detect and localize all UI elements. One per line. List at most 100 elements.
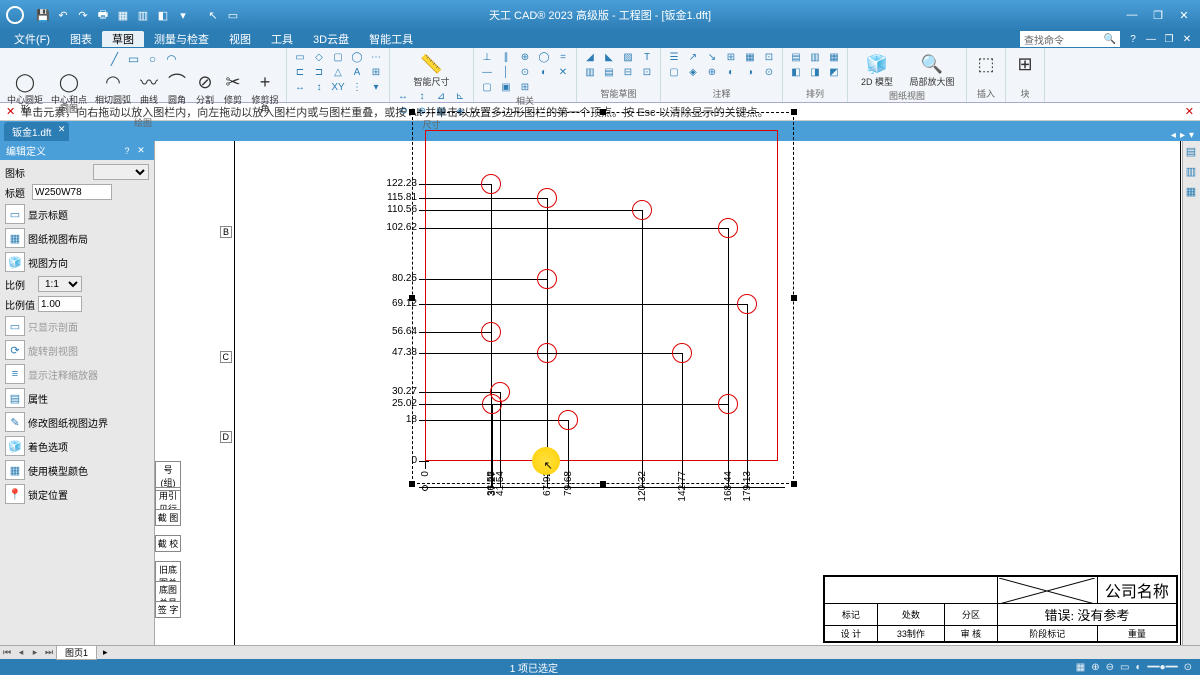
- panel-row-viewdir[interactable]: 🧊视图方向: [3, 251, 151, 273]
- ar-btn[interactable]: ▦: [825, 50, 843, 64]
- rel-btn[interactable]: ∥: [497, 50, 515, 64]
- doc-tab-active[interactable]: 钣金1.dft ✕: [4, 122, 69, 141]
- panel-scaleval-input[interactable]: [38, 296, 82, 312]
- panel-close-icon[interactable]: ✕: [134, 145, 148, 156]
- m3-btn[interactable]: ⊡: [638, 65, 656, 79]
- menu-min-icon[interactable]: —: [1144, 34, 1158, 45]
- an-btn[interactable]: ▦: [741, 50, 759, 64]
- smart-dim-button[interactable]: 📏智能尺寸: [411, 50, 453, 89]
- dock-btn3-icon[interactable]: ▦: [1183, 185, 1199, 201]
- misc-btn[interactable]: ⊏: [291, 65, 309, 79]
- panel-row-layout[interactable]: ▦图纸视图布局: [3, 227, 151, 249]
- status-icon[interactable]: ▦: [1076, 662, 1085, 673]
- panel-title-input[interactable]: [32, 184, 112, 200]
- minimize-button[interactable]: —: [1122, 9, 1142, 22]
- line-tool-icon[interactable]: ╱: [106, 50, 124, 68]
- misc-btn[interactable]: ▾: [367, 80, 385, 94]
- panel-row-shade[interactable]: 🧊着色选项: [3, 435, 151, 457]
- an-btn[interactable]: ▢: [665, 65, 683, 79]
- misc-btn[interactable]: ▭: [291, 50, 309, 64]
- dim-btn[interactable]: ⊿: [432, 89, 450, 103]
- sheet-prev-icon[interactable]: ◂: [14, 647, 28, 658]
- an-btn[interactable]: ↗: [684, 50, 702, 64]
- ar-btn[interactable]: ◨: [806, 65, 824, 79]
- qat-btn5-icon[interactable]: ▦: [114, 6, 132, 24]
- close-button[interactable]: ✕: [1174, 9, 1194, 22]
- nav-left-icon[interactable]: ◂: [1171, 130, 1176, 141]
- qat-print-icon[interactable]: 🖶: [94, 6, 112, 24]
- rel-btn[interactable]: ✕: [554, 65, 572, 79]
- rel-btn[interactable]: ◐: [535, 65, 553, 79]
- qat-btn8-icon[interactable]: ▾: [174, 6, 192, 24]
- misc-btn[interactable]: ⋯: [367, 50, 385, 64]
- dim-btn[interactable]: ↕: [413, 89, 431, 103]
- qat-save-icon[interactable]: 💾: [34, 6, 52, 24]
- misc-btn[interactable]: ◇: [310, 50, 328, 64]
- m3-btn[interactable]: ▨: [619, 50, 637, 64]
- zoom-detail-button[interactable]: 🔍局部放大图: [902, 50, 962, 89]
- misc-btn[interactable]: △: [329, 65, 347, 79]
- rel-btn[interactable]: ⊕: [516, 50, 534, 64]
- misc-btn[interactable]: ◯: [348, 50, 366, 64]
- status-icon[interactable]: ◐: [1135, 662, 1141, 673]
- command-search-input[interactable]: 查找命令 🔍: [1020, 31, 1120, 47]
- m3-btn[interactable]: T: [638, 50, 656, 64]
- arc-tool-icon[interactable]: ◠: [163, 50, 181, 68]
- status-icon[interactable]: ⊙: [1184, 662, 1192, 673]
- misc-btn[interactable]: A: [348, 65, 366, 79]
- an-btn[interactable]: ☰: [665, 50, 683, 64]
- an-btn[interactable]: ⊞: [722, 50, 740, 64]
- ar-btn[interactable]: ◩: [825, 65, 843, 79]
- m3-btn[interactable]: ▤: [600, 65, 618, 79]
- an-btn[interactable]: ⊡: [760, 50, 778, 64]
- status-icon[interactable]: ⊕: [1091, 662, 1099, 673]
- misc-btn[interactable]: ⊞: [367, 65, 385, 79]
- status-zoom-slider[interactable]: ━━●━━: [1147, 662, 1177, 673]
- menu-restore-icon[interactable]: ❐: [1162, 34, 1176, 45]
- rel-btn[interactable]: ⊞: [516, 80, 534, 94]
- an-btn[interactable]: ◐: [722, 65, 740, 79]
- dim-btn[interactable]: ⊾: [451, 89, 469, 103]
- prompt-x2-icon[interactable]: ✕: [1185, 105, 1194, 118]
- ar-btn[interactable]: ◧: [787, 65, 805, 79]
- misc-btn[interactable]: XY: [329, 80, 347, 94]
- doc-tab-close-icon[interactable]: ✕: [58, 124, 66, 135]
- ar-btn[interactable]: ▤: [787, 50, 805, 64]
- an-btn[interactable]: ⊙: [760, 65, 778, 79]
- panel-help-icon[interactable]: ?: [120, 146, 134, 156]
- misc-btn[interactable]: ⊐: [310, 65, 328, 79]
- menu-file[interactable]: 文件(F): [4, 31, 60, 47]
- sheet-first-icon[interactable]: ⏮: [0, 647, 14, 658]
- sheet-next-icon[interactable]: ▸: [28, 647, 42, 658]
- block-button[interactable]: ⊞: [1010, 50, 1040, 78]
- rel-btn[interactable]: │: [497, 65, 515, 79]
- misc-btn[interactable]: ↔: [291, 80, 309, 94]
- an-btn[interactable]: ◑: [741, 65, 759, 79]
- 2d-model-button[interactable]: 🧊2D 模型: [852, 50, 902, 89]
- qat-undo-icon[interactable]: ↶: [54, 6, 72, 24]
- menu-smart[interactable]: 智能工具: [359, 31, 423, 47]
- menu-measure[interactable]: 测量与检查: [144, 31, 219, 47]
- sheet-add-icon[interactable]: ▸: [97, 647, 114, 658]
- m3-btn[interactable]: ⊟: [619, 65, 637, 79]
- m3-btn[interactable]: ◣: [600, 50, 618, 64]
- misc-btn[interactable]: ↕: [310, 80, 328, 94]
- m3-btn[interactable]: ▥: [581, 65, 599, 79]
- an-btn[interactable]: ↘: [703, 50, 721, 64]
- an-btn[interactable]: ⊕: [703, 65, 721, 79]
- insert-button[interactable]: ⬚: [971, 50, 1001, 78]
- rel-btn[interactable]: ◯: [535, 50, 553, 64]
- prompt-close-icon[interactable]: ✕: [6, 105, 15, 118]
- menu-close-icon[interactable]: ✕: [1180, 34, 1194, 45]
- panel-scale-select[interactable]: 1:1: [38, 276, 82, 292]
- maximize-button[interactable]: ❐: [1148, 9, 1168, 22]
- nav-right-icon[interactable]: ▸: [1180, 130, 1185, 141]
- menu-view[interactable]: 视图: [219, 31, 261, 47]
- drawing-canvas[interactable]: 01825.0230.2747.3856.6469.1280.25102.621…: [235, 141, 1180, 645]
- rel-btn[interactable]: =: [554, 50, 572, 64]
- rel-btn[interactable]: ⊙: [516, 65, 534, 79]
- dock-btn2-icon[interactable]: ▥: [1183, 165, 1199, 181]
- menu-sketch[interactable]: 草图: [102, 31, 144, 47]
- menu-3dcloud[interactable]: 3D云盘: [303, 31, 359, 47]
- misc-btn[interactable]: ▢: [329, 50, 347, 64]
